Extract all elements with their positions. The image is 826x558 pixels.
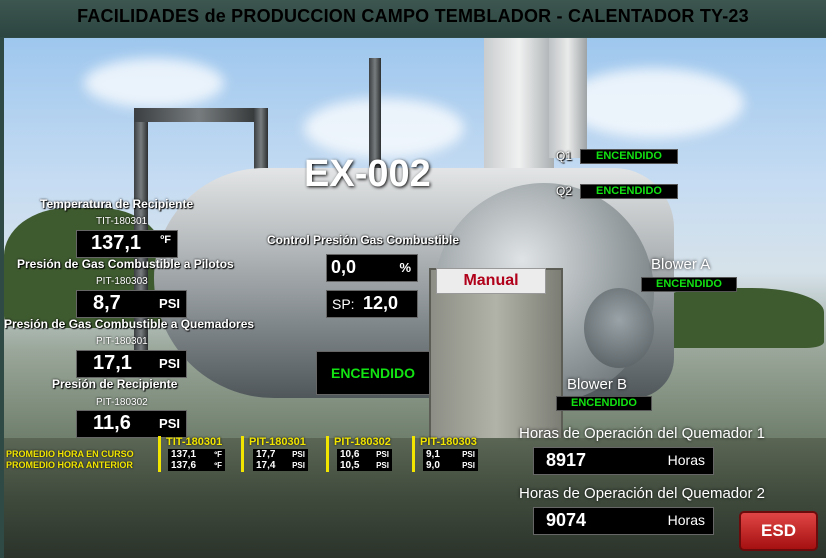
- avg-col-current: 17,7 PSI: [253, 449, 308, 460]
- equipment-title: EX-002: [304, 153, 431, 195]
- avg-col-current: 9,1 PSI: [423, 449, 478, 460]
- heater-status: ENCENDIDO: [316, 351, 430, 395]
- q1-label: Q1: [556, 149, 573, 163]
- vessel-pressure-box: 11,6 PSI: [76, 410, 187, 438]
- blower-b-status: ENCENDIDO: [556, 396, 652, 411]
- pilot-pressure-tag: PIT-180303: [96, 276, 148, 287]
- avg-col-tag: PIT-180302: [334, 436, 391, 448]
- vessel-pressure-tag: PIT-180302: [96, 397, 148, 408]
- burner-pressure-label: Presión de Gas Combustible a Quemadores: [4, 317, 255, 331]
- burner1-hours-label: Horas de Operación del Quemador 1: [519, 425, 765, 442]
- burner-pressure-tag: PIT-180301: [96, 336, 148, 347]
- avg-previous-label: PROMEDIO HORA ANTERIOR: [6, 460, 133, 470]
- avg-current-label: PROMEDIO HORA EN CURSO: [6, 449, 134, 459]
- q2-status: ENCENDIDO: [580, 184, 678, 199]
- burner2-hours-unit: Horas: [667, 512, 705, 528]
- setpoint-label: SP:: [332, 296, 355, 312]
- vessel-pressure-unit: PSI: [159, 416, 180, 431]
- pilot-pressure-label: Presión de Gas Combustible a Pilotos: [17, 257, 234, 271]
- mode-manual-button[interactable]: Manual: [436, 268, 546, 294]
- avg-col-tag: TIT-180301: [166, 436, 223, 448]
- blower-a-label: Blower A: [651, 256, 711, 273]
- blower-b-label: Blower B: [567, 376, 628, 393]
- avg-col-current: 10,6 PSI: [337, 449, 392, 460]
- burner-pressure-value: 17,1: [93, 352, 132, 374]
- control-output-unit: %: [399, 260, 411, 275]
- avg-col-previous: 137,6 ºF: [168, 460, 225, 471]
- setpoint-box[interactable]: SP: 12,0: [326, 290, 418, 318]
- avg-col-previous: 10,5 PSI: [337, 460, 392, 471]
- avg-col-tag: PIT-180303: [420, 436, 477, 448]
- control-output-value: 0,0: [331, 257, 357, 277]
- burner-pressure-unit: PSI: [159, 356, 180, 371]
- burner2-hours-value: 9074: [546, 510, 587, 530]
- burner1-hours-unit: Horas: [667, 452, 705, 468]
- vessel-pressure-value: 11,6: [93, 412, 131, 434]
- temp-label: Temperatura de Recipiente: [40, 197, 194, 211]
- esd-button[interactable]: ESD: [739, 511, 818, 551]
- avg-col-current: 137,1 ºF: [168, 449, 225, 460]
- temp-unit: ºF: [160, 234, 171, 246]
- q2-label: Q2: [556, 184, 573, 198]
- q1-status: ENCENDIDO: [580, 149, 678, 164]
- avg-col-tag: PIT-180301: [249, 436, 306, 448]
- control-label: Control Presión Gas Combustible: [267, 233, 460, 247]
- header-bar: FACILIDADES de PRODUCCION CAMPO TEMBLADO…: [0, 0, 826, 37]
- burner2-hours-box: 9074 Horas: [533, 507, 714, 535]
- blower-a-status: ENCENDIDO: [641, 277, 737, 292]
- burner1-hours-value: 8917: [546, 450, 587, 470]
- avg-col-previous: 17,4 PSI: [253, 460, 308, 471]
- temp-value: 137,1: [91, 232, 142, 254]
- pilot-pressure-box: 8,7 PSI: [76, 290, 187, 318]
- avg-col-previous: 9,0 PSI: [423, 460, 478, 471]
- temp-tag: TIT-180301: [96, 216, 148, 227]
- page-title: FACILIDADES de PRODUCCION CAMPO TEMBLADO…: [77, 6, 749, 26]
- pilot-pressure-value: 8,7: [93, 292, 121, 314]
- burner2-hours-label: Horas de Operación del Quemador 2: [519, 485, 765, 502]
- burner1-hours-box: 8917 Horas: [533, 447, 714, 475]
- pilot-pressure-unit: PSI: [159, 296, 180, 311]
- vessel-pressure-label: Presión de Recipiente: [52, 377, 178, 391]
- temp-value-box: 137,1 ºF: [76, 230, 178, 258]
- setpoint-value: 12,0: [363, 293, 399, 313]
- control-output-box: 0,0 %: [326, 254, 418, 282]
- burner-pressure-box: 17,1 PSI: [76, 350, 187, 378]
